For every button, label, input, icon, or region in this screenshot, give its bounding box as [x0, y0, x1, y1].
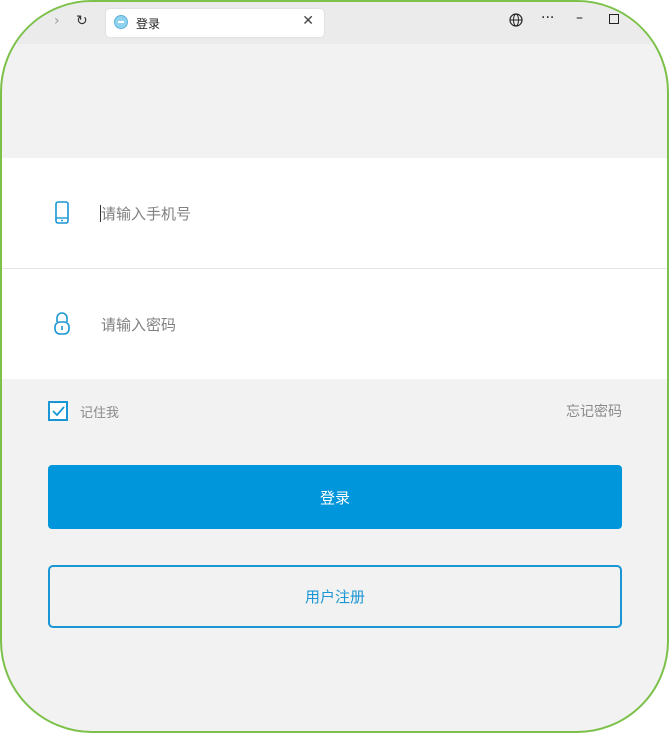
browser-tab[interactable]: 登录 ✕: [106, 9, 324, 37]
checkmark-icon: [52, 406, 65, 417]
login-page: 记住我 忘记密码 登录 用户注册: [2, 44, 667, 731]
globe-icon[interactable]: [509, 13, 523, 31]
password-row: [2, 269, 667, 379]
lock-icon: [52, 312, 72, 336]
register-button[interactable]: 用户注册: [48, 565, 622, 628]
text-caret: [100, 205, 101, 222]
tab-title: 登录: [136, 17, 161, 31]
login-button[interactable]: 登录: [48, 465, 622, 529]
remember-label: 记住我: [80, 406, 120, 421]
refresh-icon[interactable]: ↻: [76, 13, 88, 29]
remember-checkbox[interactable]: [48, 401, 68, 421]
forgot-password-link[interactable]: 忘记密码: [566, 401, 622, 421]
phone-row: [2, 158, 667, 269]
tab-favicon-icon: [114, 15, 128, 29]
forward-icon[interactable]: ›: [54, 13, 60, 29]
password-input[interactable]: [99, 313, 523, 337]
phone-icon: [52, 201, 72, 225]
browser-titlebar: › ↻ 登录 ✕ ··· –: [2, 2, 667, 44]
more-icon[interactable]: ···: [541, 10, 554, 26]
minimize-icon[interactable]: –: [576, 10, 583, 26]
close-icon[interactable]: ✕: [302, 13, 314, 29]
phone-input[interactable]: [99, 202, 523, 226]
maximize-icon[interactable]: [609, 12, 619, 28]
app-frame: › ↻ 登录 ✕ ··· – 请输入手机号 记住我 忘记密码 登录 用户注册: [0, 0, 669, 733]
